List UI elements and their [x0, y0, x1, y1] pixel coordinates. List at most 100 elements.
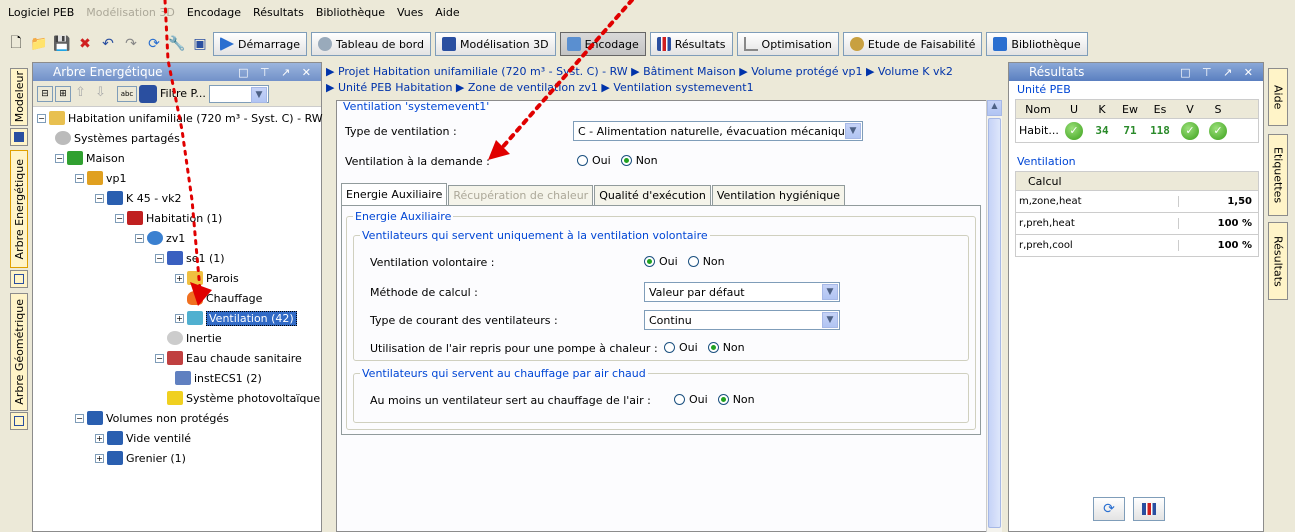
- chauffage-non-radio[interactable]: [717, 394, 729, 405]
- tree-item-parois[interactable]: + Parois: [175, 269, 239, 287]
- chevron-down-icon: ▼: [250, 86, 267, 103]
- collapse-icon[interactable]: −: [55, 153, 64, 163]
- tab-recuperation-chaleur[interactable]: Récupération de chaleur: [448, 185, 594, 205]
- tree-item-zv1[interactable]: − zv1: [135, 229, 185, 247]
- redo-icon[interactable]: ↷: [121, 34, 141, 54]
- collapse-icon[interactable]: −: [75, 413, 84, 423]
- demarrage-button[interactable]: Démarrage: [213, 32, 308, 56]
- air-repris-oui-radio[interactable]: [664, 342, 675, 353]
- expand-icon[interactable]: ⊞: [55, 85, 71, 102]
- menu-aide[interactable]: Aide: [435, 6, 459, 19]
- type-ventilation-select[interactable]: C - Alimentation naturelle, évacuation m…: [573, 121, 863, 141]
- table-row[interactable]: r,preh,cool 100 %: [1015, 235, 1259, 257]
- panel-window-controls-icon[interactable]: □ ⊤ ↗ ✕: [1180, 66, 1257, 79]
- side-tab-modeleur-icon[interactable]: [10, 128, 28, 146]
- methode-select[interactable]: Valeur par défaut ▼: [644, 282, 840, 302]
- chauffage-oui-radio[interactable]: [674, 394, 685, 405]
- tree-item-k45[interactable]: − K 45 - vk2: [95, 189, 182, 207]
- cube-icon[interactable]: [139, 84, 157, 103]
- volontaire-non-radio[interactable]: [687, 256, 699, 267]
- refresh-icon[interactable]: ⟳: [144, 34, 164, 54]
- tree-item-chauffage[interactable]: Chauffage: [187, 289, 262, 307]
- abc-icon[interactable]: abc: [117, 85, 137, 102]
- tab-qualite-execution[interactable]: Qualité d'exécution: [594, 185, 711, 205]
- demande-oui-radio[interactable]: [577, 155, 588, 166]
- table-row[interactable]: Habit... ✓ 34 71 118 ✓ ✓: [1015, 119, 1259, 143]
- menu-resultats[interactable]: Résultats: [253, 6, 304, 19]
- scroll-thumb[interactable]: [988, 118, 1001, 528]
- side-tab-modeleur[interactable]: Modeleur: [10, 68, 28, 126]
- etude-button[interactable]: Etude de Faisabilité: [842, 32, 983, 56]
- move-up-icon[interactable]: ⇧: [75, 85, 93, 103]
- side-tab-etiquettes[interactable]: Etiquettes: [1268, 134, 1288, 216]
- resultats-button[interactable]: Résultats: [649, 32, 733, 56]
- expand-icon[interactable]: +: [175, 313, 184, 323]
- air-repris-non-radio[interactable]: [707, 342, 719, 353]
- tree-item-vide-ventile[interactable]: + Vide ventilé: [95, 429, 191, 447]
- filter-select[interactable]: ▼: [208, 84, 269, 103]
- tree-item-se1[interactable]: − se1 (1): [155, 249, 225, 267]
- side-tab-arbre-energetique[interactable]: Arbre Energétique: [10, 150, 28, 268]
- tree-item-systemes[interactable]: Systèmes partagés: [55, 129, 180, 147]
- tree-item-habitation[interactable]: − Habitation (1): [115, 209, 222, 227]
- volontaire-oui-radio[interactable]: [644, 256, 655, 267]
- delete-icon[interactable]: ✖: [75, 34, 95, 54]
- tree-item-vp1[interactable]: − vp1: [75, 169, 127, 187]
- expand-icon[interactable]: +: [95, 433, 104, 443]
- move-down-icon[interactable]: ⇩: [95, 85, 113, 103]
- breadcrumb-line-2[interactable]: ▶ Unité PEB Habitation ▶ Zone de ventila…: [326, 80, 1006, 96]
- tree-item-ventilation[interactable]: + Ventilation (42): [175, 309, 297, 327]
- panel-window-controls-icon[interactable]: □ ⊤ ↗ ✕: [238, 66, 315, 79]
- undo-icon[interactable]: ↶: [98, 34, 118, 54]
- side-tab-energetique-icon[interactable]: [10, 270, 28, 288]
- chart-button[interactable]: [1133, 497, 1165, 521]
- expand-icon[interactable]: +: [175, 273, 184, 283]
- tree-item-photovoltaique[interactable]: Système photovoltaïque: [167, 389, 320, 407]
- main-scrollbar[interactable]: ▲: [986, 100, 1002, 532]
- collapse-icon[interactable]: −: [155, 253, 164, 263]
- collapse-icon[interactable]: −: [37, 113, 46, 123]
- optimisation-button[interactable]: Optimisation: [736, 32, 839, 56]
- collapse-icon[interactable]: −: [75, 173, 84, 183]
- tree-item-instecs1[interactable]: instECS1 (2): [175, 369, 262, 387]
- side-tab-aide[interactable]: Aide: [1268, 68, 1288, 126]
- open-folder-icon[interactable]: 📁: [29, 34, 49, 54]
- collapse-icon[interactable]: −: [95, 193, 104, 203]
- collapse-icon[interactable]: −: [115, 213, 124, 223]
- tree-item-volumes-non-proteges[interactable]: − Volumes non protégés: [75, 409, 229, 427]
- encodage-button[interactable]: Encodage: [559, 32, 646, 56]
- scroll-up-icon[interactable]: ▲: [987, 100, 1002, 116]
- menu-vues[interactable]: Vues: [397, 6, 423, 19]
- tree-item-projet[interactable]: − Habitation unifamiliale (720 m³ - Syst.…: [37, 109, 323, 127]
- menu-modelisation[interactable]: Modélisation 3D: [86, 6, 175, 19]
- save-icon[interactable]: 💾: [52, 34, 72, 54]
- tableau-button[interactable]: Tableau de bord: [311, 32, 431, 56]
- side-tab-resultats[interactable]: Résultats: [1268, 222, 1288, 300]
- collapse-icon[interactable]: ⊟: [37, 85, 53, 102]
- new-file-icon[interactable]: 🗋: [6, 34, 26, 54]
- tree-item-maison[interactable]: − Maison: [55, 149, 125, 167]
- side-tab-geometrique-icon[interactable]: [10, 412, 28, 430]
- table-row[interactable]: m,zone,heat 1,50: [1015, 191, 1259, 213]
- breadcrumb-line-1[interactable]: ▶ Projet Habitation unifamiliale (720 m³…: [326, 64, 1006, 80]
- table-row[interactable]: r,preh,heat 100 %: [1015, 213, 1259, 235]
- demande-non-radio[interactable]: [620, 155, 632, 166]
- collapse-icon[interactable]: −: [135, 233, 144, 243]
- expand-icon[interactable]: +: [95, 453, 104, 463]
- collapse-icon[interactable]: −: [155, 353, 164, 363]
- tool-icon[interactable]: 🔧: [167, 34, 187, 54]
- bibliotheque-button[interactable]: Bibliothèque: [986, 32, 1088, 56]
- menu-logiciel[interactable]: Logiciel PEB: [8, 6, 74, 19]
- side-tab-arbre-geometrique[interactable]: Arbre Géométrique: [10, 293, 28, 411]
- courant-select[interactable]: Continu ▼: [644, 310, 840, 330]
- tree-item-eau-chaude[interactable]: − Eau chaude sanitaire: [155, 349, 302, 367]
- refresh-button[interactable]: ⟳: [1093, 497, 1125, 521]
- tree-item-inertie[interactable]: Inertie: [167, 329, 222, 347]
- menu-encodage[interactable]: Encodage: [187, 6, 241, 19]
- window-icon[interactable]: ▣: [190, 34, 210, 54]
- tab-energie-auxiliaire[interactable]: Energie Auxiliaire: [341, 183, 448, 205]
- menu-bibliotheque[interactable]: Bibliothèque: [316, 6, 385, 19]
- tree-item-grenier[interactable]: + Grenier (1): [95, 449, 186, 467]
- modelisation-button[interactable]: Modélisation 3D: [434, 32, 556, 56]
- tab-ventilation-hygienique[interactable]: Ventilation hygiénique: [711, 185, 846, 205]
